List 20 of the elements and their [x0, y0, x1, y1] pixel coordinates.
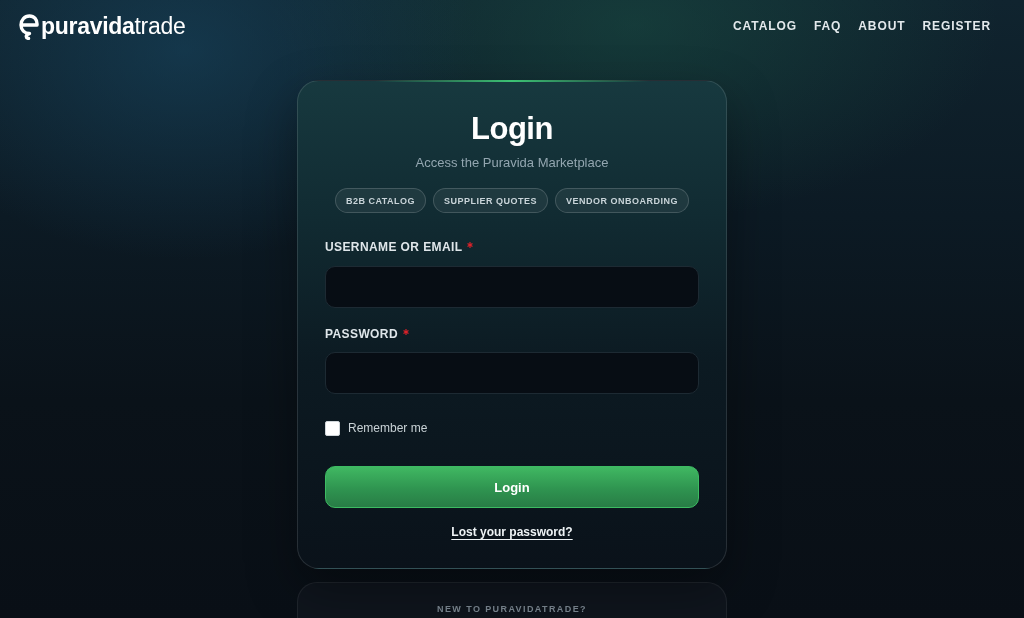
field-label: USERNAME OR EMAIL — [325, 239, 463, 255]
input-field[interactable] — [325, 266, 699, 308]
feature-tag: SUPPLIER QUOTES — [433, 188, 549, 213]
checkbox-label: Remember me — [348, 420, 428, 436]
register-prompt: NEW TO PURAVIDATRADE? — [437, 603, 587, 616]
feature-tag: B2B CATALOG — [334, 188, 427, 213]
brand-wordmark: puravidatrade — [41, 12, 186, 40]
nav-link[interactable]: CATALOG — [733, 19, 797, 33]
feature-tag: VENDOR ONBOARDING — [555, 188, 690, 213]
nav-link[interactable]: REGISTER — [922, 19, 991, 33]
lost-password-link[interactable]: Lost your password? — [451, 524, 573, 540]
input-field[interactable] — [325, 352, 699, 394]
nav-link[interactable]: ABOUT — [858, 19, 906, 33]
nav-link[interactable]: FAQ — [813, 19, 842, 33]
card-title: Login — [470, 111, 554, 147]
swirl-e-logo-icon — [18, 12, 40, 40]
field-label: PASSWORD — [325, 326, 398, 342]
remember-checkbox[interactable] — [325, 420, 340, 436]
card-subtitle: Access the Puravida Marketplace — [414, 154, 610, 172]
login-button[interactable]: Login — [325, 466, 699, 508]
